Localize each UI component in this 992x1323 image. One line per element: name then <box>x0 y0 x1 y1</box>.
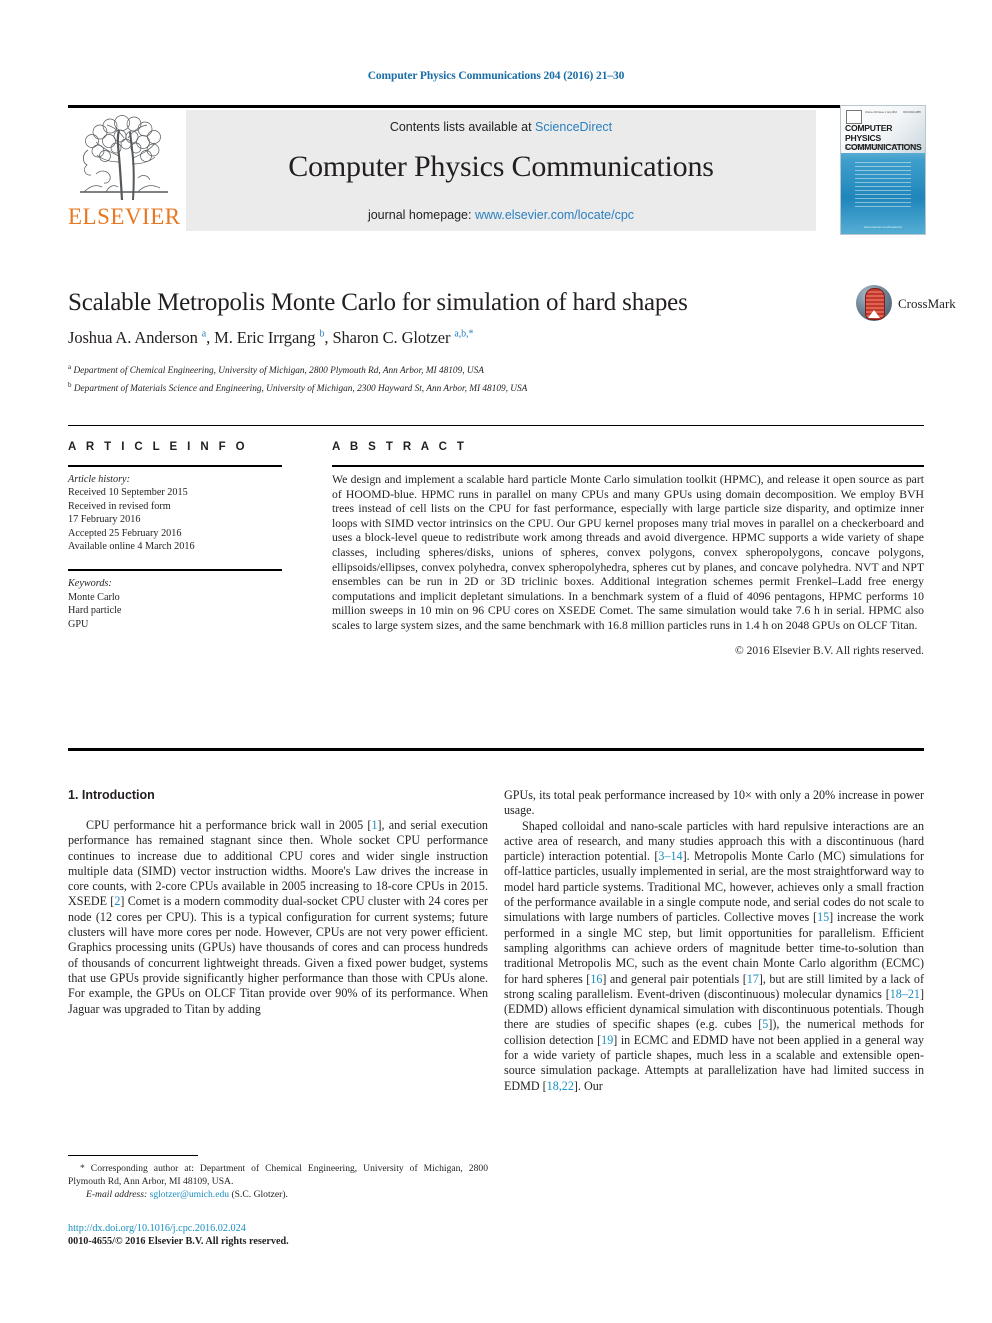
history-item: Received in revised form <box>68 500 171 512</box>
history-item: Accepted 25 February 2016 <box>68 527 182 539</box>
body-column-left: 1. Introduction CPU performance hit a pe… <box>68 788 488 1017</box>
cover-decorative-lines <box>855 162 911 210</box>
affiliation-a: a Department of Chemical Engineering, Un… <box>68 363 484 377</box>
keyword-item: GPU <box>68 618 89 630</box>
article-info-rule <box>68 465 282 467</box>
abstract-rule <box>332 465 924 467</box>
keywords-rule <box>68 569 282 572</box>
history-item: 17 February 2016 <box>68 514 141 526</box>
cover-subtitle: An international journal and program lib… <box>845 144 916 150</box>
cover-footer-url: www.elsevier.com/locate/cpc <box>863 225 903 229</box>
cover-issn-line: ISSN 0010-4655 <box>903 111 921 114</box>
masthead-top-rule <box>68 105 924 108</box>
crossmark-triangle-icon <box>868 310 880 318</box>
article-info-column: A R T I C L E I N F O Article history: R… <box>68 441 282 631</box>
affiliations: a Department of Chemical Engineering, Un… <box>68 360 868 396</box>
keywords-block: Keywords: Monte Carlo Hard particle GPU <box>68 577 282 631</box>
affiliation-b-text: Department of Materials Science and Engi… <box>73 384 528 395</box>
crossmark-icon <box>856 285 892 321</box>
doi-link[interactable]: http://dx.doi.org/10.1016/j.cpc.2016.02.… <box>68 1222 498 1235</box>
corresponding-text: Corresponding author at: Department of C… <box>68 1163 488 1187</box>
homepage-label: journal homepage: <box>367 208 475 222</box>
cover-elsevier-mark-icon <box>846 110 862 124</box>
email-label: E-mail address: <box>86 1189 148 1200</box>
elsevier-tree-icon <box>76 112 172 204</box>
contents-prefix: Contents lists available at <box>389 120 536 134</box>
running-head: Computer Physics Communications 204 (201… <box>367 70 625 82</box>
history-item: Available online 4 March 2016 <box>68 541 195 553</box>
footnote-rule <box>68 1155 198 1156</box>
journal-masthead: ELSEVIER Contents lists available at Sci… <box>68 105 926 235</box>
journal-cover-thumbnail: Volume 204 Issue 1 July 2016 ISSN 0010-4… <box>840 105 926 235</box>
author-list: Joshua A. Anderson a, M. Eric Irrgang b,… <box>68 328 474 347</box>
email-link[interactable]: sglotzer@umich.edu <box>150 1189 229 1200</box>
keyword-item: Monte Carlo <box>68 591 120 603</box>
article-info-heading: A R T I C L E I N F O <box>68 441 249 453</box>
paragraph: GPUs, its total peak performance increas… <box>504 788 924 818</box>
body-column-right: GPUs, its total peak performance increas… <box>504 788 924 1094</box>
paragraph: CPU performance hit a performance brick … <box>68 818 488 1016</box>
page-title: Scalable Metropolis Monte Carlo for simu… <box>68 289 688 316</box>
contents-lists-line: Contents lists available at ScienceDirec… <box>186 120 816 134</box>
doi-block: http://dx.doi.org/10.1016/j.cpc.2016.02.… <box>68 1222 498 1249</box>
crossmark-badge[interactable]: CrossMark <box>856 285 956 325</box>
journal-title: Computer Physics Communications <box>288 150 714 183</box>
journal-band: Contents lists available at ScienceDirec… <box>186 110 816 231</box>
cover-volume-line: Volume 204 Issue 1 July 2016 <box>865 111 897 114</box>
abstract-copyright: © 2016 Elsevier B.V. All rights reserved… <box>735 644 924 657</box>
abstract-bottom-rule <box>68 748 924 751</box>
journal-homepage-line: journal homepage: www.elsevier.com/locat… <box>186 208 816 222</box>
issn-copyright-line: 0010-4655/© 2016 Elsevier B.V. All right… <box>68 1236 289 1248</box>
article-history-label: Article history: <box>68 474 130 485</box>
elsevier-wordmark: ELSEVIER <box>68 204 181 229</box>
keywords-label: Keywords: <box>68 578 112 590</box>
elsevier-logo: ELSEVIER <box>68 112 180 232</box>
email-owner: (S.C. Glotzer). <box>231 1189 288 1200</box>
abstract-column: A B S T R A C T We design and implement … <box>332 441 924 657</box>
affiliation-b: b Department of Materials Science and En… <box>68 381 528 395</box>
abstract-heading: A B S T R A C T <box>332 441 468 453</box>
paragraph: Shaped colloidal and nano-scale particle… <box>504 818 925 1093</box>
corresponding-author-footnote: * Corresponding author at: Department of… <box>68 1162 488 1201</box>
affiliation-a-text: Department of Chemical Engineering, Univ… <box>73 366 484 377</box>
journal-homepage-link[interactable]: www.elsevier.com/locate/cpc <box>475 208 634 222</box>
abstract-top-rule <box>68 425 924 426</box>
corresponding-star: * <box>80 1163 85 1174</box>
abstract-text: We design and implement a scalable hard … <box>332 473 924 632</box>
cover-top-band: Volume 204 Issue 1 July 2016 ISSN 0010-4… <box>841 106 925 153</box>
section-heading-introduction: 1. Introduction <box>68 788 155 802</box>
sciencedirect-link[interactable]: ScienceDirect <box>535 120 612 134</box>
article-history-block: Article history: Received 10 September 2… <box>68 473 282 553</box>
crossmark-label: CrossMark <box>898 296 956 311</box>
history-item: Received 10 September 2015 <box>68 487 188 499</box>
article-page: Computer Physics Communications 204 (201… <box>0 0 992 1323</box>
keyword-item: Hard particle <box>68 605 122 617</box>
